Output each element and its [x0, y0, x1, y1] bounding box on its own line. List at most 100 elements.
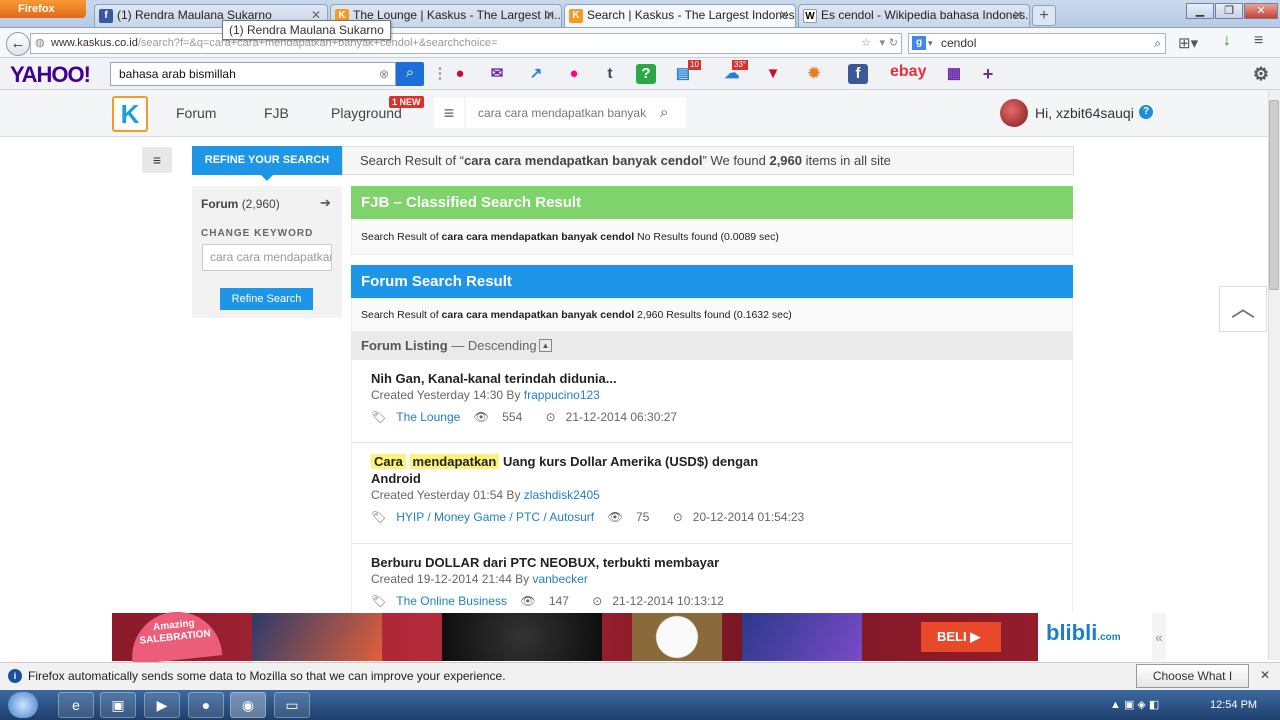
bookmark-icon[interactable]: ▼: [763, 64, 783, 84]
post-author-link[interactable]: vanbecker: [532, 572, 587, 586]
close-tab-icon[interactable]: ✕: [779, 5, 789, 26]
summary-query: cara cara mendapatkan banyak cendol: [464, 153, 703, 168]
choose-what-i-share-button[interactable]: Choose What I Share: [1136, 664, 1249, 705]
google-icon[interactable]: g: [912, 36, 926, 50]
movies-icon[interactable]: ▦: [944, 64, 964, 84]
yahoo-logo[interactable]: YAHOO!: [10, 62, 91, 88]
help-icon[interactable]: ?: [1139, 105, 1153, 119]
finance-icon[interactable]: ↗: [526, 64, 546, 84]
minimize-button[interactable]: ▁: [1186, 3, 1214, 19]
close-tab-icon[interactable]: ✕: [1013, 5, 1023, 26]
ebay-logo[interactable]: ebay: [890, 63, 926, 81]
tab-tooltip: (1) Rendra Maulana Sukarno: [222, 20, 391, 40]
search-icon[interactable]: ⌕: [1154, 34, 1161, 53]
post-tags: 🏷 The Lounge 👁 554 ⊙ 21-12-2014 06:30:27: [371, 410, 697, 424]
tab-search-kaskus[interactable]: K Search | Kaskus - The Largest Indones.…: [564, 4, 796, 27]
arrow-right-icon[interactable]: ➔: [320, 195, 331, 211]
system-tray-icons[interactable]: ▲ ▣ ◈ ◧: [1110, 698, 1159, 711]
user-greeting[interactable]: Hi, xzbit64sauqi: [1035, 105, 1134, 121]
post-meta: Created Yesterday 14:30 By frappucino123: [371, 388, 600, 402]
download-icon[interactable]: ↓: [1223, 32, 1231, 50]
summary-mid: ” We found: [702, 153, 770, 168]
kaskus-icon: K: [569, 9, 583, 23]
nav-forum[interactable]: Forum: [176, 105, 216, 121]
hamburger-menu-icon[interactable]: ≡: [434, 98, 464, 128]
close-window-button[interactable]: ✕: [1244, 3, 1278, 19]
close-notification-icon[interactable]: ✕: [1260, 668, 1270, 682]
post-category-link[interactable]: The Lounge: [396, 410, 460, 424]
fjb-section-heading: FJB – Classified Search Result: [351, 186, 1073, 219]
add-icon[interactable]: +: [978, 64, 998, 84]
ie-icon[interactable]: e: [58, 692, 94, 718]
post-author-link[interactable]: frappucino123: [524, 388, 600, 402]
explorer-icon[interactable]: ▣: [100, 692, 136, 718]
scrollbar-thumb[interactable]: [1269, 100, 1279, 290]
refine-search-tab[interactable]: REFINE YOUR SEARCH: [192, 146, 342, 181]
post-title[interactable]: Nih Gan, Kanal-kanal terindah didunia...: [371, 370, 801, 387]
settings-gear-icon[interactable]: ⚙: [1251, 64, 1271, 84]
ad-banner[interactable]: [112, 613, 1166, 661]
browser-search-field[interactable]: g ▾ cendol ⌕: [908, 33, 1166, 54]
menu-icon[interactable]: ≡: [1254, 32, 1263, 50]
media-player-icon[interactable]: ▶: [144, 692, 180, 718]
app-icon[interactable]: ●: [188, 692, 224, 718]
reload-icon[interactable]: ↻: [889, 34, 898, 53]
back-button[interactable]: ←: [6, 32, 30, 56]
nav-fjb[interactable]: FJB: [264, 105, 289, 121]
yahoo-search-input[interactable]: bahasa arab bismillah ⊗: [110, 62, 396, 86]
kaskus-search-input[interactable]: cara cara mendapatkan banyak: [466, 98, 686, 128]
maximize-button[interactable]: ❐: [1215, 3, 1243, 19]
history-dropdown-icon[interactable]: ▾: [879, 34, 885, 53]
blibli-logo[interactable]: blibli.com: [1038, 613, 1152, 661]
clear-icon[interactable]: ⊗: [379, 63, 389, 85]
list-item: Cara mendapatkan Uang kurs Dollar Amerik…: [351, 443, 1073, 544]
sort-toggle-icon[interactable]: ▲: [539, 339, 552, 352]
new-tab-button[interactable]: +: [1032, 5, 1056, 26]
scroll-to-top-button[interactable]: ︿: [1219, 286, 1267, 332]
sun-icon[interactable]: ✹: [804, 64, 824, 84]
firefox-menu-button[interactable]: Firefox: [0, 0, 86, 18]
sidebar-forum-filter[interactable]: Forum (2,960): [201, 197, 280, 211]
post-title[interactable]: Cara mendapatkan Uang kurs Dollar Amerik…: [371, 453, 801, 487]
refine-search-button[interactable]: Refine Search: [220, 288, 313, 310]
forum-section-heading: Forum Search Result: [351, 265, 1073, 298]
clock[interactable]: 12:54 PM: [1210, 699, 1257, 711]
yahoo-search-button[interactable]: ⌕: [396, 62, 424, 86]
sidebar-toggle-icon[interactable]: ≡: [142, 147, 172, 173]
post-author-link[interactable]: zlashdisk2405: [524, 488, 600, 502]
keyword-input[interactable]: cara cara mendapatkan: [202, 244, 332, 271]
summary-count: 2,960: [769, 153, 803, 168]
beli-button[interactable]: BELI ▶: [921, 622, 1001, 652]
post-category-link[interactable]: The Online Business: [396, 594, 507, 608]
search-engine-dropdown-icon[interactable]: ▾: [928, 34, 933, 53]
eye-icon: 👁: [607, 510, 623, 524]
mail-icon[interactable]: ✉: [487, 64, 507, 84]
avatar[interactable]: [1000, 99, 1028, 127]
answers-icon[interactable]: ?: [636, 64, 656, 84]
window-icon[interactable]: ▭: [274, 692, 310, 718]
bookmark-star-icon[interactable]: ☆: [861, 34, 871, 53]
close-tab-icon[interactable]: ✕: [545, 5, 555, 26]
tumblr-icon[interactable]: t: [600, 64, 620, 84]
list-item: Nih Gan, Kanal-kanal terindah didunia...…: [351, 360, 1073, 443]
facebook-icon: f: [99, 9, 113, 23]
ball-icon[interactable]: ●: [450, 64, 470, 84]
globe-icon: ◍: [35, 37, 45, 49]
post-meta: Created 19-12-2014 21:44 By vanbecker: [371, 572, 588, 586]
tab-wikipedia[interactable]: W Es cendol - Wikipedia bahasa Indones..…: [798, 4, 1030, 27]
banner-collapse-icon[interactable]: «: [1152, 613, 1166, 661]
post-views: 147: [548, 594, 569, 608]
kaskus-logo[interactable]: K: [112, 96, 148, 132]
bookmarks-menu-icon[interactable]: ⊞▾: [1178, 34, 1198, 52]
url-bar[interactable]: ◍ www.kaskus.co.id/search?f=&q=cara+cara…: [30, 33, 902, 54]
firefox-taskbar-icon[interactable]: ◉: [230, 692, 266, 718]
post-created: Created Yesterday 01:54 By: [371, 488, 524, 502]
forum-listing-bar: Forum Listing — Descending: [351, 332, 1073, 360]
wikipedia-icon: W: [803, 9, 817, 23]
search-icon[interactable]: ⌕: [660, 104, 668, 121]
facebook-icon[interactable]: f: [848, 64, 868, 84]
flickr-icon[interactable]: ●: [564, 64, 584, 84]
start-button[interactable]: [8, 692, 38, 718]
post-title[interactable]: Berburu DOLLAR dari PTC NEOBUX, terbukti…: [371, 554, 871, 571]
post-category-link[interactable]: HYIP / Money Game / PTC / Autosurf: [396, 510, 594, 524]
